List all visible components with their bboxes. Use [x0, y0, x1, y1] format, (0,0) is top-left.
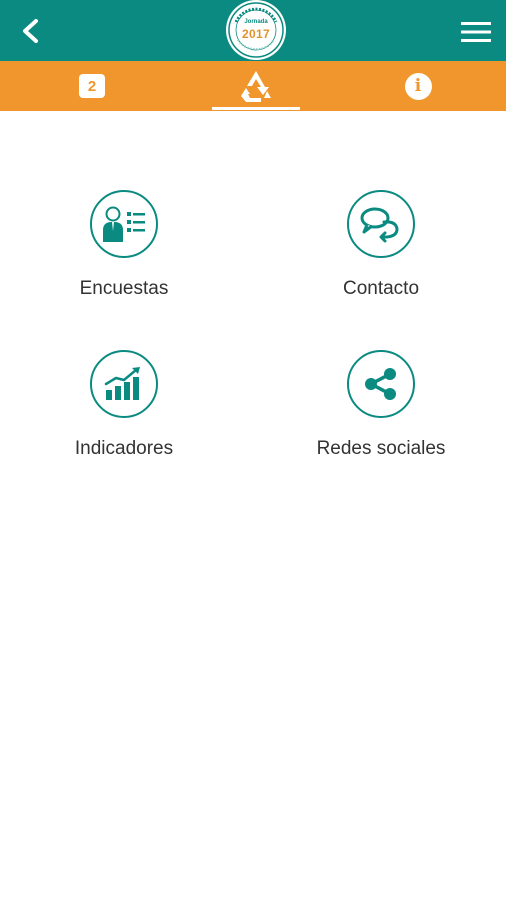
menu-item-redes-sociales[interactable]: Redes sociales: [281, 350, 481, 460]
redes-sociales-icon-circle: [347, 350, 415, 418]
tab-day[interactable]: 2: [40, 61, 144, 111]
survey-person-list-icon: [103, 206, 145, 242]
chat-bubbles-icon: [360, 207, 399, 243]
menu-item-indicadores[interactable]: Indicadores: [24, 350, 224, 460]
contacto-icon-circle: [347, 190, 415, 258]
tab-home[interactable]: [206, 61, 306, 111]
selected-tab-indicator: [212, 107, 300, 110]
app-screen: Jornada 2017 2 i Encuestas Contacto Indi…: [0, 0, 506, 900]
encuestas-icon-circle: [90, 190, 158, 258]
logo-year: 2017: [242, 27, 270, 41]
event-logo: Jornada 2017: [226, 0, 286, 60]
indicadores-label: Indicadores: [74, 438, 174, 459]
tab-bar: 2 i: [0, 61, 506, 111]
menu-item-contacto[interactable]: Contacto: [281, 190, 481, 300]
logo-subtitle: Jornada: [244, 19, 268, 25]
back-button[interactable]: [16, 16, 46, 46]
menu-button[interactable]: [460, 20, 492, 44]
redes-sociales-label: Redes sociales: [316, 438, 446, 459]
encuestas-label: Encuestas: [79, 278, 169, 299]
info-icon: i: [404, 72, 432, 100]
recycle-triangle-icon: [241, 71, 271, 102]
tab-info[interactable]: i: [366, 61, 470, 111]
indicadores-icon-circle: [90, 350, 158, 418]
hamburger-menu-icon: [461, 22, 491, 42]
chevron-left-icon: [23, 19, 38, 43]
bar-chart-trend-icon: [104, 367, 140, 400]
menu-item-encuestas[interactable]: Encuestas: [24, 190, 224, 300]
contacto-label: Contacto: [342, 278, 420, 299]
top-app-bar: Jornada 2017: [0, 0, 506, 61]
share-icon: [365, 368, 396, 400]
calendar-day-icon: 2: [79, 74, 105, 98]
